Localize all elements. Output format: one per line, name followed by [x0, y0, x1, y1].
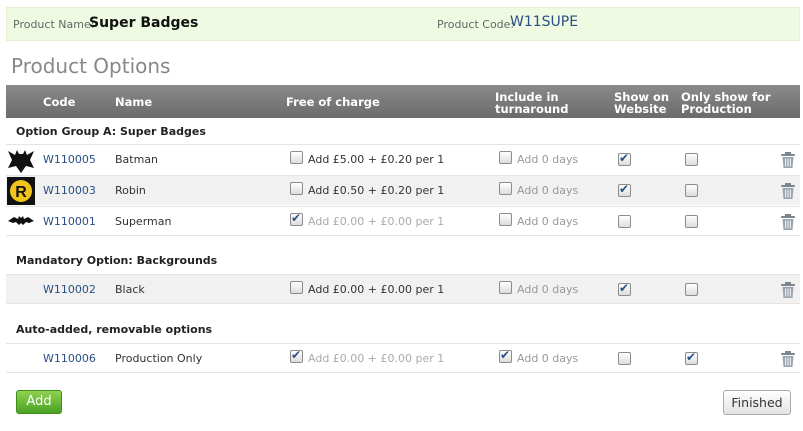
checkmark-icon: ✔: [291, 211, 302, 225]
table-row: W110006 Production Only ✔ Add £0.00 + £0.00…: [6, 343, 800, 373]
production-only-checkbox[interactable]: ✔: [685, 215, 698, 228]
product-name-label: Product Name:: [13, 18, 95, 31]
option-code-link[interactable]: W110003: [43, 184, 96, 197]
show-on-website-checkbox[interactable]: ✔: [618, 151, 631, 166]
turnaround-checkbox[interactable]: ✔: [499, 281, 512, 294]
turnaround-checkbox[interactable]: ✔: [499, 213, 512, 226]
checkmark-icon: ✔: [291, 348, 302, 362]
option-code-link[interactable]: W110006: [43, 352, 96, 365]
table-row: R W110003 Robin ✔ Add £0.50 + £0.20 per 1 ✔ Ad…: [6, 175, 800, 205]
option-code-link[interactable]: W110002: [43, 283, 96, 296]
price-text: Add £0.50 + £0.20 per 1: [308, 184, 445, 197]
production-only-checkbox[interactable]: ✔: [685, 153, 698, 166]
column-header-free: Free of charge: [286, 95, 380, 109]
show-on-website-checkbox[interactable]: ✔: [618, 215, 631, 228]
turnaround-checkbox[interactable]: ✔: [499, 151, 512, 164]
production-only-checkbox[interactable]: ✔: [685, 184, 698, 197]
product-header-bar: Product Name: Super Badges Product Code:…: [6, 7, 800, 41]
table-row: W110005 Batman ✔ Add £5.00 + £0.20 per 1 ✔ Ad…: [6, 144, 800, 174]
free-of-charge-checkbox[interactable]: ✔: [290, 211, 303, 226]
column-header-name: Name: [115, 95, 153, 109]
price-text: Add £0.00 + £0.00 per 1: [308, 283, 445, 296]
column-header-code: Code: [43, 95, 76, 109]
option-name: Robin: [115, 184, 146, 197]
option-name: Production Only: [115, 352, 203, 365]
product-name-value: Super Badges: [89, 15, 199, 31]
svg-text:R: R: [15, 184, 27, 201]
trash-icon[interactable]: [780, 213, 796, 231]
checkmark-icon: ✔: [619, 182, 630, 196]
turnaround-checkbox[interactable]: ✔: [499, 348, 512, 363]
page-title: Product Options: [11, 54, 171, 78]
column-header-turnaround: Include in turnaround: [495, 90, 569, 116]
column-header-website: Show on Website: [614, 90, 670, 116]
trash-icon[interactable]: [780, 151, 796, 169]
option-code-link[interactable]: W110001: [43, 215, 96, 228]
checkmark-icon: ✔: [619, 151, 630, 165]
show-on-website-checkbox[interactable]: ✔: [618, 281, 631, 296]
batman-logo-icon: [7, 146, 35, 174]
checkmark-icon: ✔: [500, 348, 511, 362]
turnaround-text: Add 0 days: [517, 283, 579, 296]
option-name: Black: [115, 283, 145, 296]
turnaround-text: Add 0 days: [517, 184, 579, 197]
production-only-checkbox[interactable]: ✔: [685, 283, 698, 296]
turnaround-text: Add 0 days: [517, 153, 579, 166]
trash-icon[interactable]: [780, 182, 796, 200]
checkmark-icon: ✔: [619, 281, 630, 295]
turnaround-text: Add 0 days: [517, 352, 579, 365]
free-of-charge-checkbox[interactable]: ✔: [290, 348, 303, 363]
product-code-value: W11SUPE: [510, 14, 579, 30]
trash-icon[interactable]: [780, 281, 796, 299]
finished-button[interactable]: Finished: [723, 390, 791, 415]
checkmark-icon: ✔: [686, 350, 697, 364]
option-name: Superman: [115, 215, 172, 228]
price-text: Add £5.00 + £0.20 per 1: [308, 153, 445, 166]
turnaround-text: Add 0 days: [517, 215, 579, 228]
options-table-header: Code Name Free of charge Include in turn…: [6, 85, 800, 118]
option-group-title: Mandatory Option: Backgrounds: [16, 254, 218, 267]
option-group-title: Option Group A: Super Badges: [16, 125, 206, 138]
show-on-website-checkbox[interactable]: ✔: [618, 182, 631, 197]
trash-icon[interactable]: [780, 350, 796, 368]
option-group-title: Auto-added, removable options: [16, 323, 213, 336]
show-on-website-checkbox[interactable]: ✔: [618, 352, 631, 365]
option-name: Batman: [115, 153, 159, 166]
free-of-charge-checkbox[interactable]: ✔: [290, 151, 303, 164]
free-of-charge-checkbox[interactable]: ✔: [290, 182, 303, 195]
bat-logo-icon: [7, 208, 35, 236]
table-row: W110002 Black ✔ Add £0.00 + £0.00 per 1 ✔ Add…: [6, 274, 800, 304]
production-only-checkbox[interactable]: ✔: [685, 350, 698, 365]
product-code-label: Product Code:: [437, 18, 515, 31]
free-of-charge-checkbox[interactable]: ✔: [290, 281, 303, 294]
add-button[interactable]: Add: [16, 390, 62, 414]
option-code-link[interactable]: W110005: [43, 153, 96, 166]
price-text: Add £0.00 + £0.00 per 1: [308, 215, 445, 228]
price-text: Add £0.00 + £0.00 per 1: [308, 352, 445, 365]
column-header-production: Only show for Production: [681, 90, 771, 116]
robin-logo-icon: R: [7, 177, 35, 205]
turnaround-checkbox[interactable]: ✔: [499, 182, 512, 195]
table-row: W110001 Superman ✔ Add £0.00 + £0.00 per 1 ✔…: [6, 206, 800, 236]
